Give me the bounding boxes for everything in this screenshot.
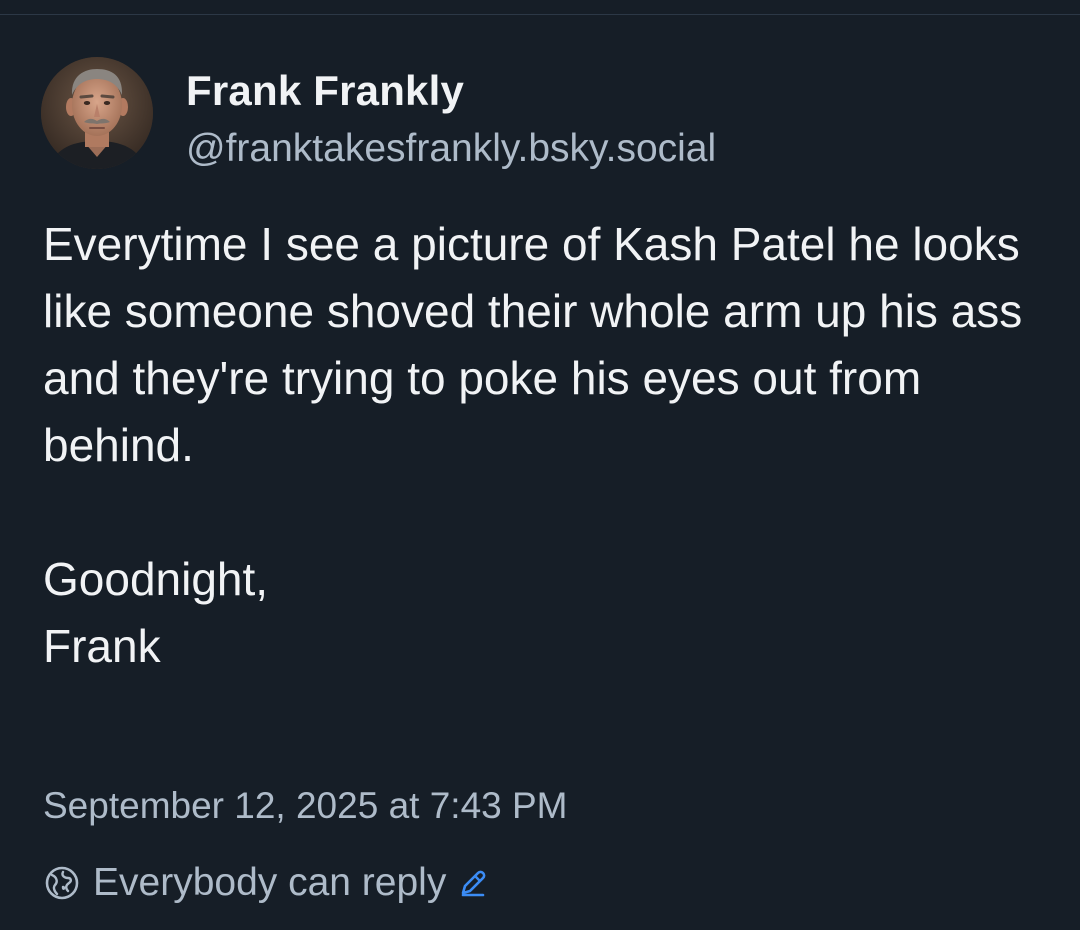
pencil-icon[interactable] xyxy=(456,866,490,900)
reply-setting-label: Everybody can reply xyxy=(93,861,447,904)
post-timestamp: September 12, 2025 at 7:43 PM xyxy=(43,785,568,826)
post-paragraph: Frank xyxy=(43,620,161,672)
avatar-image xyxy=(41,57,153,169)
avatar[interactable] xyxy=(41,57,153,169)
post-paragraph: Goodnight, xyxy=(43,553,269,605)
post: Frank Frankly @franktakesfrankly.bsky.so… xyxy=(0,15,1080,930)
globe-icon xyxy=(45,866,79,900)
post-text: Everytime I see a picture of Kash Patel … xyxy=(43,211,1043,680)
author-display-name[interactable]: Frank Frankly xyxy=(186,67,464,115)
post-paragraph: Everytime I see a picture of Kash Patel … xyxy=(43,218,1023,471)
reply-setting: Everybody can reply xyxy=(43,858,490,908)
author-handle[interactable]: @franktakesfrankly.bsky.social xyxy=(186,127,716,171)
